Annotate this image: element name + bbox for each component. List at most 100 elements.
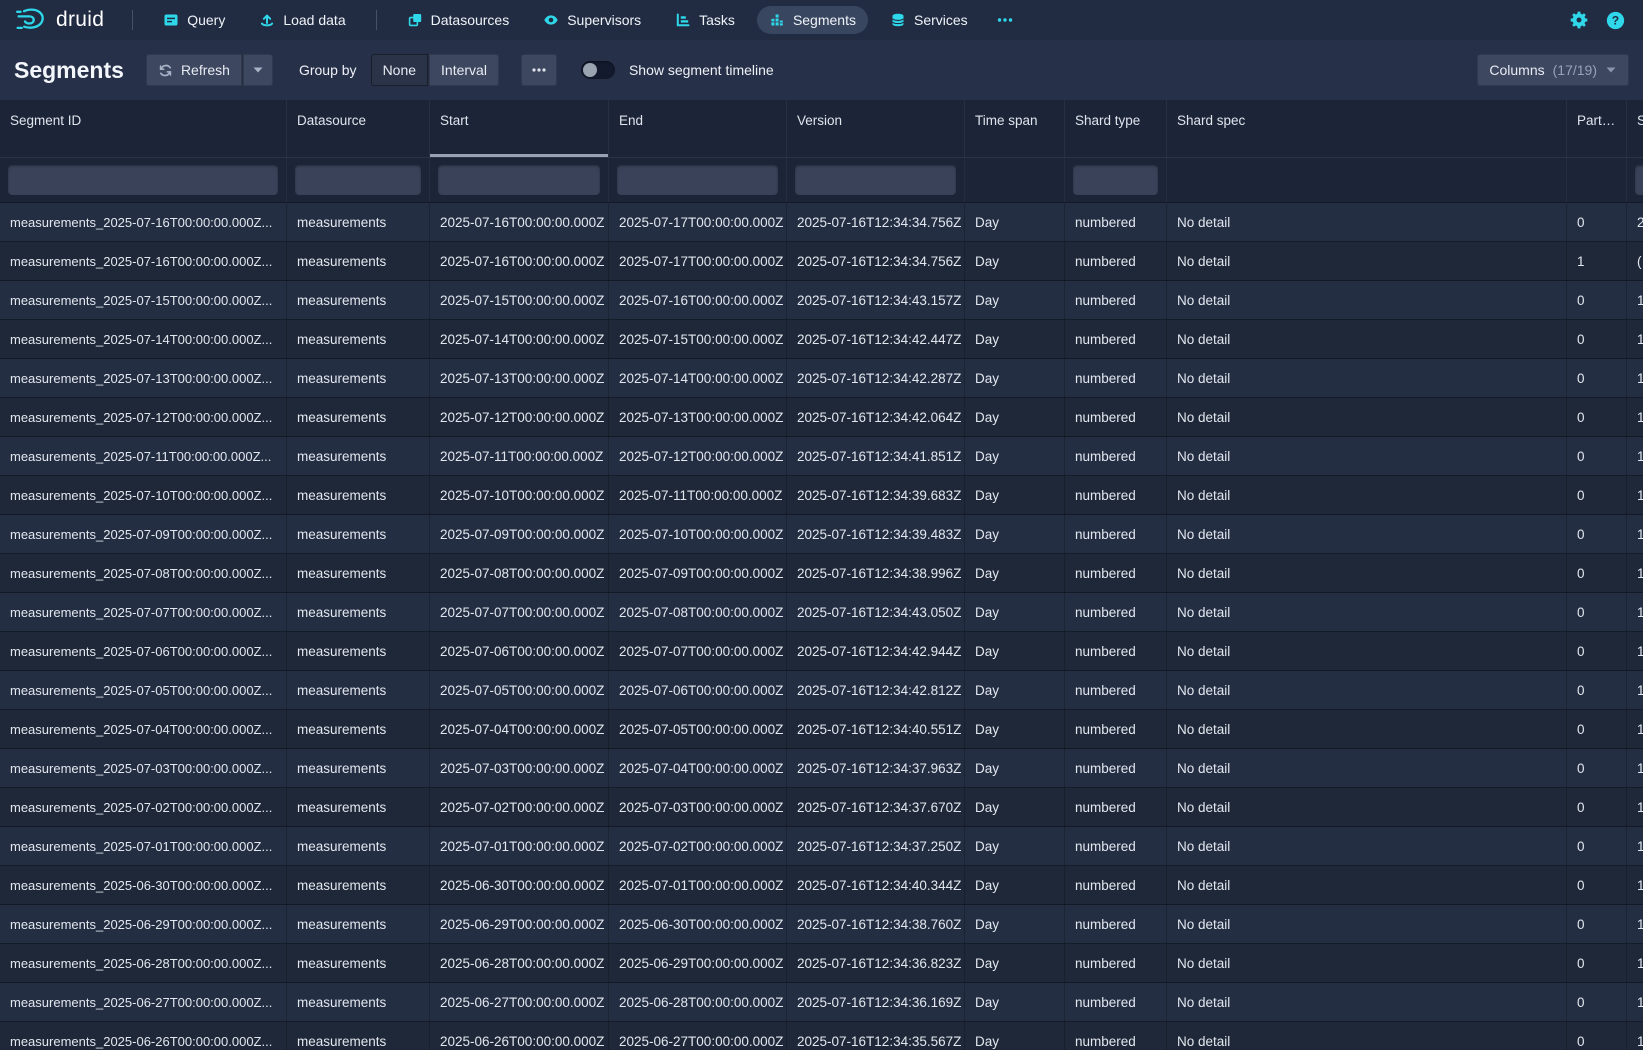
cell-end[interactable]: 2025-07-13T00:00:00.000Z [608, 398, 786, 436]
cell-size[interactable]: 1 [1626, 710, 1643, 748]
cell-size[interactable]: 2 [1626, 203, 1643, 241]
nav-item-datasources[interactable]: Datasources [395, 6, 522, 34]
cell-datasource[interactable]: measurements [286, 242, 429, 280]
cell-end[interactable]: 2025-07-14T00:00:00.000Z [608, 359, 786, 397]
cell-start[interactable]: 2025-07-10T00:00:00.000Z [429, 476, 608, 514]
cell-shard-type[interactable]: numbered [1064, 320, 1166, 358]
cell-datasource[interactable]: measurements [286, 905, 429, 943]
cell-start[interactable]: 2025-07-08T00:00:00.000Z [429, 554, 608, 592]
help-icon[interactable]: ? [1606, 11, 1625, 30]
cell-datasource[interactable]: measurements [286, 398, 429, 436]
cell-segment-id[interactable]: measurements_2025-07-01T00:00:00.000Z... [0, 827, 286, 865]
column-header-partition[interactable]: Partition [1566, 100, 1626, 157]
cell-end[interactable]: 2025-07-12T00:00:00.000Z [608, 437, 786, 475]
cell-end[interactable]: 2025-07-07T00:00:00.000Z [608, 632, 786, 670]
cell-segment-id[interactable]: measurements_2025-07-05T00:00:00.000Z... [0, 671, 286, 709]
nav-item-supervisors[interactable]: Supervisors [531, 6, 653, 34]
cell-partition[interactable]: 0 [1566, 320, 1626, 358]
column-header-size[interactable]: Size [1626, 100, 1643, 157]
cell-start[interactable]: 2025-06-28T00:00:00.000Z [429, 944, 608, 982]
cell-version[interactable]: 2025-07-16T12:34:34.756Z [786, 203, 964, 241]
cell-shard-spec[interactable]: No detail [1166, 437, 1566, 475]
cell-segment-id[interactable]: measurements_2025-07-16T00:00:00.000Z... [0, 242, 286, 280]
cell-datasource[interactable]: measurements [286, 593, 429, 631]
cell-shard-spec[interactable]: No detail [1166, 398, 1566, 436]
cell-version[interactable]: 2025-07-16T12:34:41.851Z [786, 437, 964, 475]
cell-size[interactable]: 1 [1626, 515, 1643, 553]
cell-version[interactable]: 2025-07-16T12:34:42.064Z [786, 398, 964, 436]
cell-size[interactable]: 1 [1626, 476, 1643, 514]
cell-shard-spec[interactable]: No detail [1166, 827, 1566, 865]
cell-shard-spec[interactable]: No detail [1166, 671, 1566, 709]
cell-partition[interactable]: 0 [1566, 905, 1626, 943]
cell-start[interactable]: 2025-07-05T00:00:00.000Z [429, 671, 608, 709]
cell-shard-spec[interactable]: No detail [1166, 515, 1566, 553]
cell-size[interactable]: 1 [1626, 320, 1643, 358]
cell-shard-type[interactable]: numbered [1064, 1022, 1166, 1050]
cell-version[interactable]: 2025-07-16T12:34:42.944Z [786, 632, 964, 670]
cell-shard-spec[interactable]: No detail [1166, 866, 1566, 904]
cell-partition[interactable]: 0 [1566, 710, 1626, 748]
cell-time-span[interactable]: Day [964, 437, 1064, 475]
nav-item-services[interactable]: Services [878, 6, 980, 34]
cell-shard-type[interactable]: numbered [1064, 905, 1166, 943]
cell-segment-id[interactable]: measurements_2025-07-11T00:00:00.000Z... [0, 437, 286, 475]
column-header-time-span[interactable]: Time span [964, 100, 1064, 157]
cell-start[interactable]: 2025-07-01T00:00:00.000Z [429, 827, 608, 865]
cell-start[interactable]: 2025-07-14T00:00:00.000Z [429, 320, 608, 358]
cell-size[interactable]: 1 [1626, 398, 1643, 436]
cell-size[interactable]: 1 [1626, 671, 1643, 709]
cell-shard-type[interactable]: numbered [1064, 788, 1166, 826]
cell-datasource[interactable]: measurements [286, 515, 429, 553]
nav-item-tasks[interactable]: Tasks [663, 6, 747, 34]
column-header-shard-type[interactable]: Shard type [1064, 100, 1166, 157]
cell-end[interactable]: 2025-07-17T00:00:00.000Z [608, 203, 786, 241]
cell-shard-spec[interactable]: No detail [1166, 749, 1566, 787]
cell-version[interactable]: 2025-07-16T12:34:37.250Z [786, 827, 964, 865]
cell-version[interactable]: 2025-07-16T12:34:40.344Z [786, 866, 964, 904]
cell-time-span[interactable]: Day [964, 788, 1064, 826]
cell-shard-spec[interactable]: No detail [1166, 203, 1566, 241]
cell-partition[interactable]: 0 [1566, 515, 1626, 553]
nav-item-segments[interactable]: Segments [757, 6, 868, 34]
cell-datasource[interactable]: measurements [286, 437, 429, 475]
cell-datasource[interactable]: measurements [286, 983, 429, 1021]
refresh-caret-button[interactable] [242, 54, 273, 86]
cell-version[interactable]: 2025-07-16T12:34:36.169Z [786, 983, 964, 1021]
cell-segment-id[interactable]: measurements_2025-07-07T00:00:00.000Z... [0, 593, 286, 631]
cell-end[interactable]: 2025-07-15T00:00:00.000Z [608, 320, 786, 358]
columns-picker-button[interactable]: Columns (17/19) [1477, 54, 1629, 86]
cell-partition[interactable]: 0 [1566, 827, 1626, 865]
cell-size[interactable]: 1 [1626, 827, 1643, 865]
cell-partition[interactable]: 0 [1566, 983, 1626, 1021]
cell-time-span[interactable]: Day [964, 593, 1064, 631]
cell-datasource[interactable]: measurements [286, 671, 429, 709]
cell-size[interactable]: 1 [1626, 437, 1643, 475]
cell-partition[interactable]: 0 [1566, 203, 1626, 241]
cell-end[interactable]: 2025-07-02T00:00:00.000Z [608, 827, 786, 865]
cell-segment-id[interactable]: measurements_2025-07-10T00:00:00.000Z... [0, 476, 286, 514]
cell-start[interactable]: 2025-07-03T00:00:00.000Z [429, 749, 608, 787]
cell-shard-type[interactable]: numbered [1064, 242, 1166, 280]
cell-segment-id[interactable]: measurements_2025-06-27T00:00:00.000Z... [0, 983, 286, 1021]
column-header-version[interactable]: Version [786, 100, 964, 157]
cell-time-span[interactable]: Day [964, 632, 1064, 670]
cell-start[interactable]: 2025-07-11T00:00:00.000Z [429, 437, 608, 475]
cell-size[interactable]: 1 [1626, 983, 1643, 1021]
group-by-none-button[interactable]: None [371, 54, 428, 86]
cell-datasource[interactable]: measurements [286, 749, 429, 787]
cell-segment-id[interactable]: measurements_2025-07-02T00:00:00.000Z... [0, 788, 286, 826]
cell-size[interactable]: 1 [1626, 1022, 1643, 1050]
cell-segment-id[interactable]: measurements_2025-07-12T00:00:00.000Z... [0, 398, 286, 436]
cell-start[interactable]: 2025-06-30T00:00:00.000Z [429, 866, 608, 904]
cell-datasource[interactable]: measurements [286, 554, 429, 592]
cell-partition[interactable]: 0 [1566, 593, 1626, 631]
cell-segment-id[interactable]: measurements_2025-07-03T00:00:00.000Z... [0, 749, 286, 787]
cell-segment-id[interactable]: measurements_2025-06-30T00:00:00.000Z... [0, 866, 286, 904]
cell-partition[interactable]: 0 [1566, 554, 1626, 592]
cell-end[interactable]: 2025-07-01T00:00:00.000Z [608, 866, 786, 904]
cell-datasource[interactable]: measurements [286, 1022, 429, 1050]
refresh-button[interactable]: Refresh [146, 54, 242, 86]
cell-start[interactable]: 2025-07-04T00:00:00.000Z [429, 710, 608, 748]
cell-time-span[interactable]: Day [964, 749, 1064, 787]
